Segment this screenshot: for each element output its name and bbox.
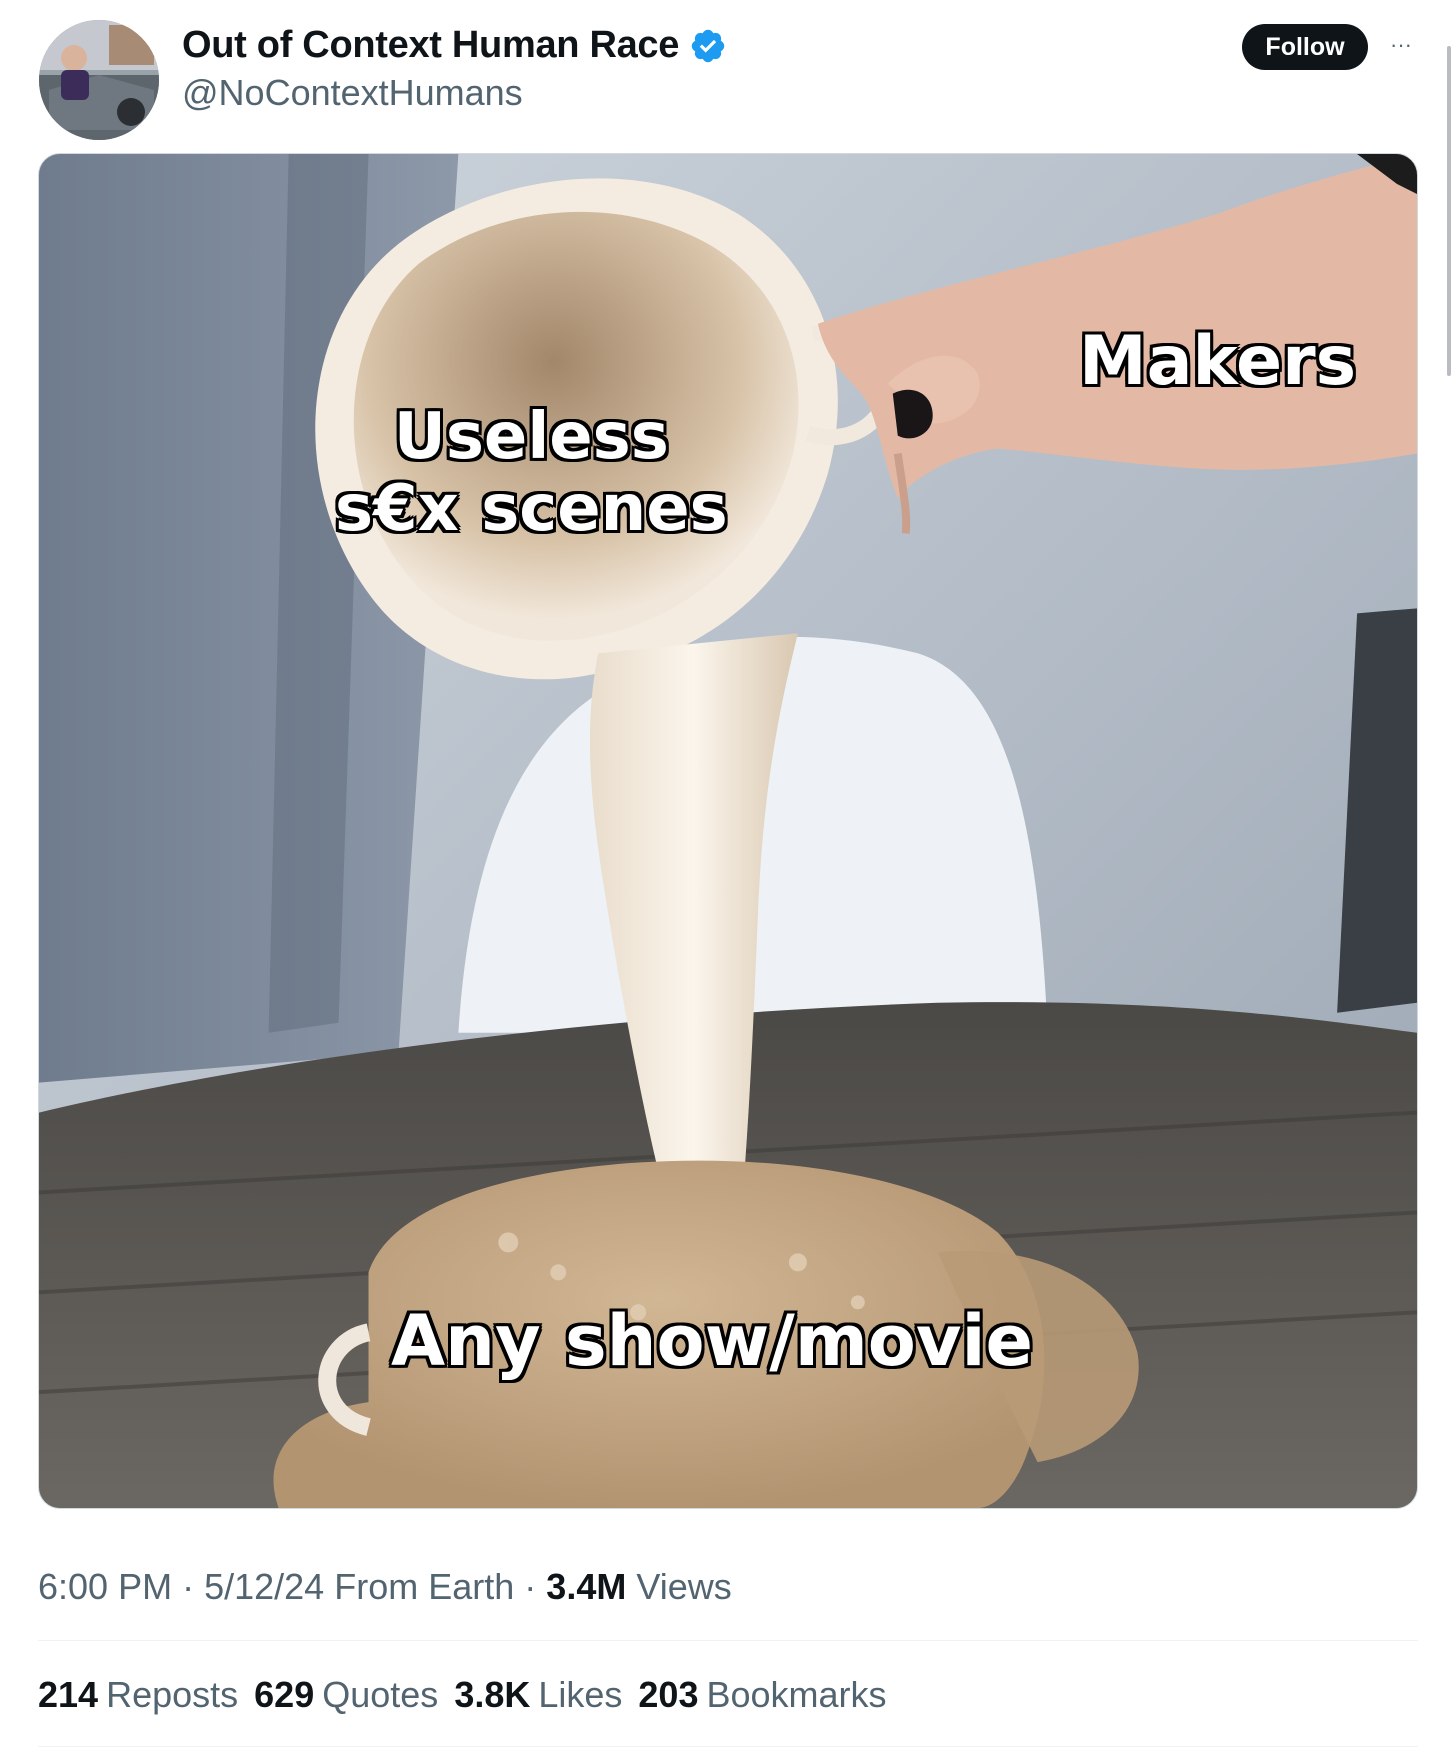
tweet-date[interactable]: 5/12/24 [204, 1566, 324, 1607]
stat-label: Reposts [106, 1674, 239, 1715]
stat-quotes[interactable]: 629 Quotes [254, 1674, 438, 1716]
divider [38, 1746, 1418, 1747]
tweet-header: Out of Context Human Race @NoContextHuma… [0, 0, 1456, 150]
display-name-text: Out of Context Human Race [182, 24, 680, 66]
divider [38, 1640, 1418, 1641]
tweet-media-image[interactable]: Useless s€x scenes Makers Any show/movie [38, 153, 1418, 1509]
stat-reposts[interactable]: 214 Reposts [38, 1674, 238, 1716]
tweet-time[interactable]: 6:00 PM [38, 1566, 172, 1607]
stat-count: 214 [38, 1674, 99, 1715]
stat-label: Quotes [322, 1674, 439, 1715]
stat-label: Likes [538, 1674, 623, 1715]
stat-bookmarks[interactable]: 203 Bookmarks [638, 1674, 886, 1716]
meta-separator: · [524, 1566, 547, 1607]
caption-cup: Useless s€x scenes [335, 400, 728, 546]
views-count: 3.4M [546, 1566, 627, 1607]
caption-cup-text: Useless s€x scenes [335, 400, 728, 546]
follow-button[interactable]: Follow [1242, 24, 1368, 70]
author-avatar[interactable] [39, 20, 159, 140]
caption-hand: Makers [1079, 322, 1357, 401]
stat-count: 203 [638, 1674, 699, 1715]
caption-bottom: Any show/movie [391, 1300, 1033, 1382]
stat-likes[interactable]: 3.8K Likes [454, 1674, 622, 1716]
verified-badge-icon [691, 29, 725, 62]
avatar-image [39, 20, 159, 140]
author-display-name[interactable]: Out of Context Human Race [182, 24, 727, 67]
views-label: Views [636, 1566, 732, 1607]
stat-count: 3.8K [454, 1674, 531, 1715]
more-options-icon[interactable]: ··· [1384, 30, 1418, 60]
tweet-source: From Earth [334, 1566, 515, 1607]
meta-separator: · [182, 1566, 205, 1607]
engagement-stats: 214 Reposts 629 Quotes 3.8K Likes 203 Bookma… [38, 1674, 887, 1716]
stat-label: Bookmarks [706, 1674, 887, 1715]
stat-count: 629 [254, 1674, 315, 1715]
author-handle[interactable]: @NoContextHumans [182, 72, 523, 114]
tweet-meta: 6:00 PM · 5/12/24 From Earth · 3.4M View… [38, 1566, 732, 1608]
scrollbar[interactable] [1447, 46, 1451, 376]
